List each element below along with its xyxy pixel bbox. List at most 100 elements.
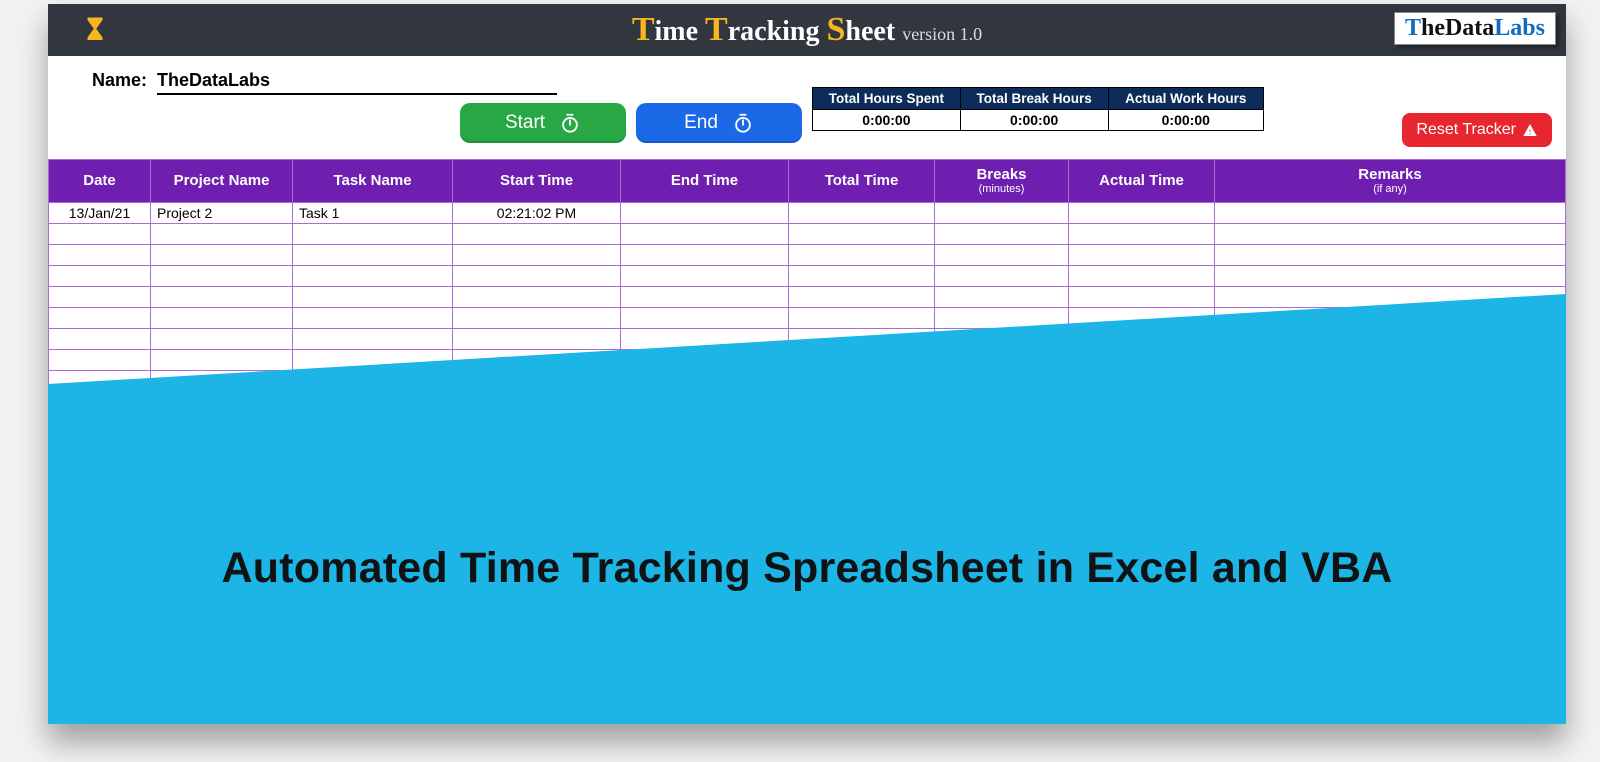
cell[interactable]: [453, 286, 621, 307]
cell[interactable]: [935, 286, 1069, 307]
cell[interactable]: [293, 265, 453, 286]
cell[interactable]: [621, 286, 789, 307]
cell[interactable]: [789, 328, 935, 349]
cell[interactable]: [49, 328, 151, 349]
cell[interactable]: [49, 223, 151, 244]
table-row[interactable]: [49, 223, 1566, 244]
cell[interactable]: [49, 265, 151, 286]
cell[interactable]: [1215, 244, 1566, 265]
cell[interactable]: [453, 349, 621, 370]
cell[interactable]: [621, 223, 789, 244]
cell[interactable]: [293, 244, 453, 265]
cell[interactable]: [293, 328, 453, 349]
table-row[interactable]: [49, 349, 1566, 370]
cell[interactable]: [151, 223, 293, 244]
cell[interactable]: [1215, 307, 1566, 328]
cell[interactable]: [789, 244, 935, 265]
name-value[interactable]: TheDataLabs: [157, 70, 557, 95]
cell[interactable]: [151, 349, 293, 370]
cell[interactable]: [1215, 265, 1566, 286]
summary-header: Total Hours Spent: [813, 88, 961, 110]
cell[interactable]: [151, 244, 293, 265]
table-row[interactable]: [49, 370, 1566, 391]
cell[interactable]: [621, 328, 789, 349]
summary-value: 0:00:00: [960, 110, 1108, 131]
cell[interactable]: [49, 370, 151, 391]
cell[interactable]: [621, 307, 789, 328]
cell[interactable]: [621, 349, 789, 370]
cell[interactable]: [49, 349, 151, 370]
cell[interactable]: [1069, 328, 1215, 349]
cell[interactable]: [1215, 286, 1566, 307]
stopwatch-icon: [732, 112, 754, 134]
cell[interactable]: [453, 244, 621, 265]
cell[interactable]: [935, 265, 1069, 286]
tracking-table[interactable]: Date Project Name Task Name Start Time E…: [48, 159, 1566, 392]
cell[interactable]: [453, 370, 621, 391]
cell[interactable]: [789, 223, 935, 244]
cell[interactable]: [935, 244, 1069, 265]
cell[interactable]: [1069, 370, 1215, 391]
cell[interactable]: [1069, 223, 1215, 244]
cell[interactable]: Project 2: [151, 202, 293, 223]
cell[interactable]: [1069, 349, 1215, 370]
cell[interactable]: [151, 370, 293, 391]
cell[interactable]: [621, 202, 789, 223]
cell[interactable]: [151, 307, 293, 328]
table-row[interactable]: [49, 307, 1566, 328]
cell[interactable]: [935, 202, 1069, 223]
cell[interactable]: [789, 370, 935, 391]
table-row[interactable]: [49, 265, 1566, 286]
cell[interactable]: 02:21:02 PM: [453, 202, 621, 223]
col-actual: Actual Time: [1069, 160, 1215, 203]
cell[interactable]: [1069, 286, 1215, 307]
cell[interactable]: [935, 307, 1069, 328]
cell[interactable]: [49, 286, 151, 307]
reset-button[interactable]: Reset Tracker: [1402, 113, 1552, 147]
table-row[interactable]: [49, 328, 1566, 349]
cell[interactable]: [1069, 307, 1215, 328]
cell[interactable]: Task 1: [293, 202, 453, 223]
cell[interactable]: [151, 286, 293, 307]
cell[interactable]: [453, 328, 621, 349]
table-row[interactable]: [49, 286, 1566, 307]
cell[interactable]: [293, 307, 453, 328]
app-header: Time Tracking Sheet version 1.0 TheDataL…: [48, 4, 1566, 56]
cell[interactable]: [1069, 265, 1215, 286]
cell[interactable]: [935, 328, 1069, 349]
end-button[interactable]: End: [636, 103, 802, 143]
cell[interactable]: [151, 328, 293, 349]
cell[interactable]: [1215, 370, 1566, 391]
cell[interactable]: [1215, 223, 1566, 244]
cell[interactable]: [621, 370, 789, 391]
cell[interactable]: [1069, 202, 1215, 223]
table-row[interactable]: 13/Jan/21Project 2Task 102:21:02 PM: [49, 202, 1566, 223]
cell[interactable]: [49, 307, 151, 328]
cell[interactable]: [293, 370, 453, 391]
cell[interactable]: [1215, 202, 1566, 223]
cell[interactable]: [935, 223, 1069, 244]
cell[interactable]: [293, 349, 453, 370]
cell[interactable]: [789, 265, 935, 286]
cell[interactable]: [151, 265, 293, 286]
cell[interactable]: [293, 223, 453, 244]
cell[interactable]: [935, 370, 1069, 391]
cell[interactable]: [789, 307, 935, 328]
table-row[interactable]: [49, 244, 1566, 265]
cell[interactable]: [49, 244, 151, 265]
cell[interactable]: [453, 265, 621, 286]
cell[interactable]: [1215, 328, 1566, 349]
cell[interactable]: [621, 244, 789, 265]
cell[interactable]: [293, 286, 453, 307]
cell[interactable]: [453, 307, 621, 328]
cell[interactable]: [1069, 244, 1215, 265]
cell[interactable]: [789, 349, 935, 370]
cell[interactable]: [1215, 349, 1566, 370]
cell[interactable]: [789, 202, 935, 223]
start-button[interactable]: Start: [460, 103, 626, 143]
cell[interactable]: [453, 223, 621, 244]
cell[interactable]: [621, 265, 789, 286]
cell[interactable]: [935, 349, 1069, 370]
cell[interactable]: [789, 286, 935, 307]
cell[interactable]: 13/Jan/21: [49, 202, 151, 223]
